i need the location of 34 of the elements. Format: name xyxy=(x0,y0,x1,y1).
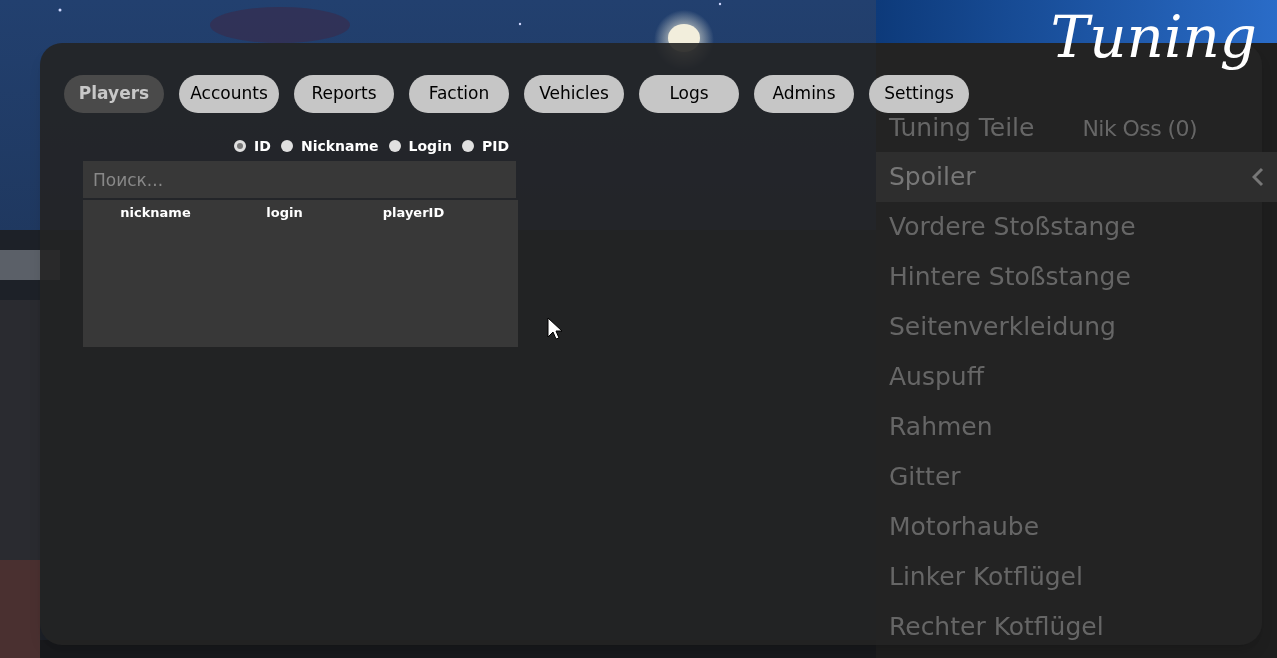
tab[interactable]: Players xyxy=(64,75,164,113)
tab[interactable]: Faction xyxy=(409,75,509,113)
menu-item[interactable]: Motorhaube xyxy=(876,502,1277,552)
radio-label: Nickname xyxy=(300,136,379,156)
menu-item[interactable]: Spoiler xyxy=(876,152,1277,202)
column-header: playerID xyxy=(381,204,446,222)
player-name: Nik Oss (0) xyxy=(1082,114,1198,143)
column-header: login xyxy=(265,204,304,222)
radio-button[interactable] xyxy=(388,140,401,152)
menu-item[interactable]: Gitter xyxy=(876,452,1277,502)
chevron-left-icon xyxy=(1252,167,1264,187)
menu-item[interactable]: Rahmen xyxy=(876,402,1277,452)
menu-item[interactable]: Auspuff xyxy=(876,352,1277,402)
menu-item[interactable]: Hintere Stoßstange xyxy=(876,252,1277,302)
tab[interactable]: Settings xyxy=(869,75,969,113)
radio-button[interactable] xyxy=(461,140,474,152)
menu-item[interactable]: Seitenverkleidung xyxy=(876,302,1277,352)
menu-item[interactable]: Linker Kotflügel xyxy=(876,552,1277,602)
tab[interactable]: Reports xyxy=(294,75,394,113)
radio-label: Login xyxy=(408,136,452,156)
radio-button[interactable] xyxy=(280,140,293,152)
search-field[interactable]: Поиск... xyxy=(83,161,516,198)
menu-item[interactable]: Rechter Kotflügel xyxy=(876,602,1277,652)
tab[interactable]: Vehicles xyxy=(524,75,624,113)
tab[interactable]: Logs xyxy=(639,75,739,113)
radio-label: PID xyxy=(481,136,509,156)
tab[interactable]: Accounts xyxy=(179,75,279,113)
radio-label: ID xyxy=(254,136,271,156)
menu-subtitle: Tuning Teile xyxy=(889,112,1035,145)
menu-item[interactable]: Vordere Stoßstange xyxy=(876,202,1277,252)
mouse-cursor-icon xyxy=(547,317,563,341)
tab[interactable]: Admins xyxy=(754,75,854,113)
radio-button[interactable] xyxy=(234,140,247,152)
column-header: nickname xyxy=(119,204,192,222)
